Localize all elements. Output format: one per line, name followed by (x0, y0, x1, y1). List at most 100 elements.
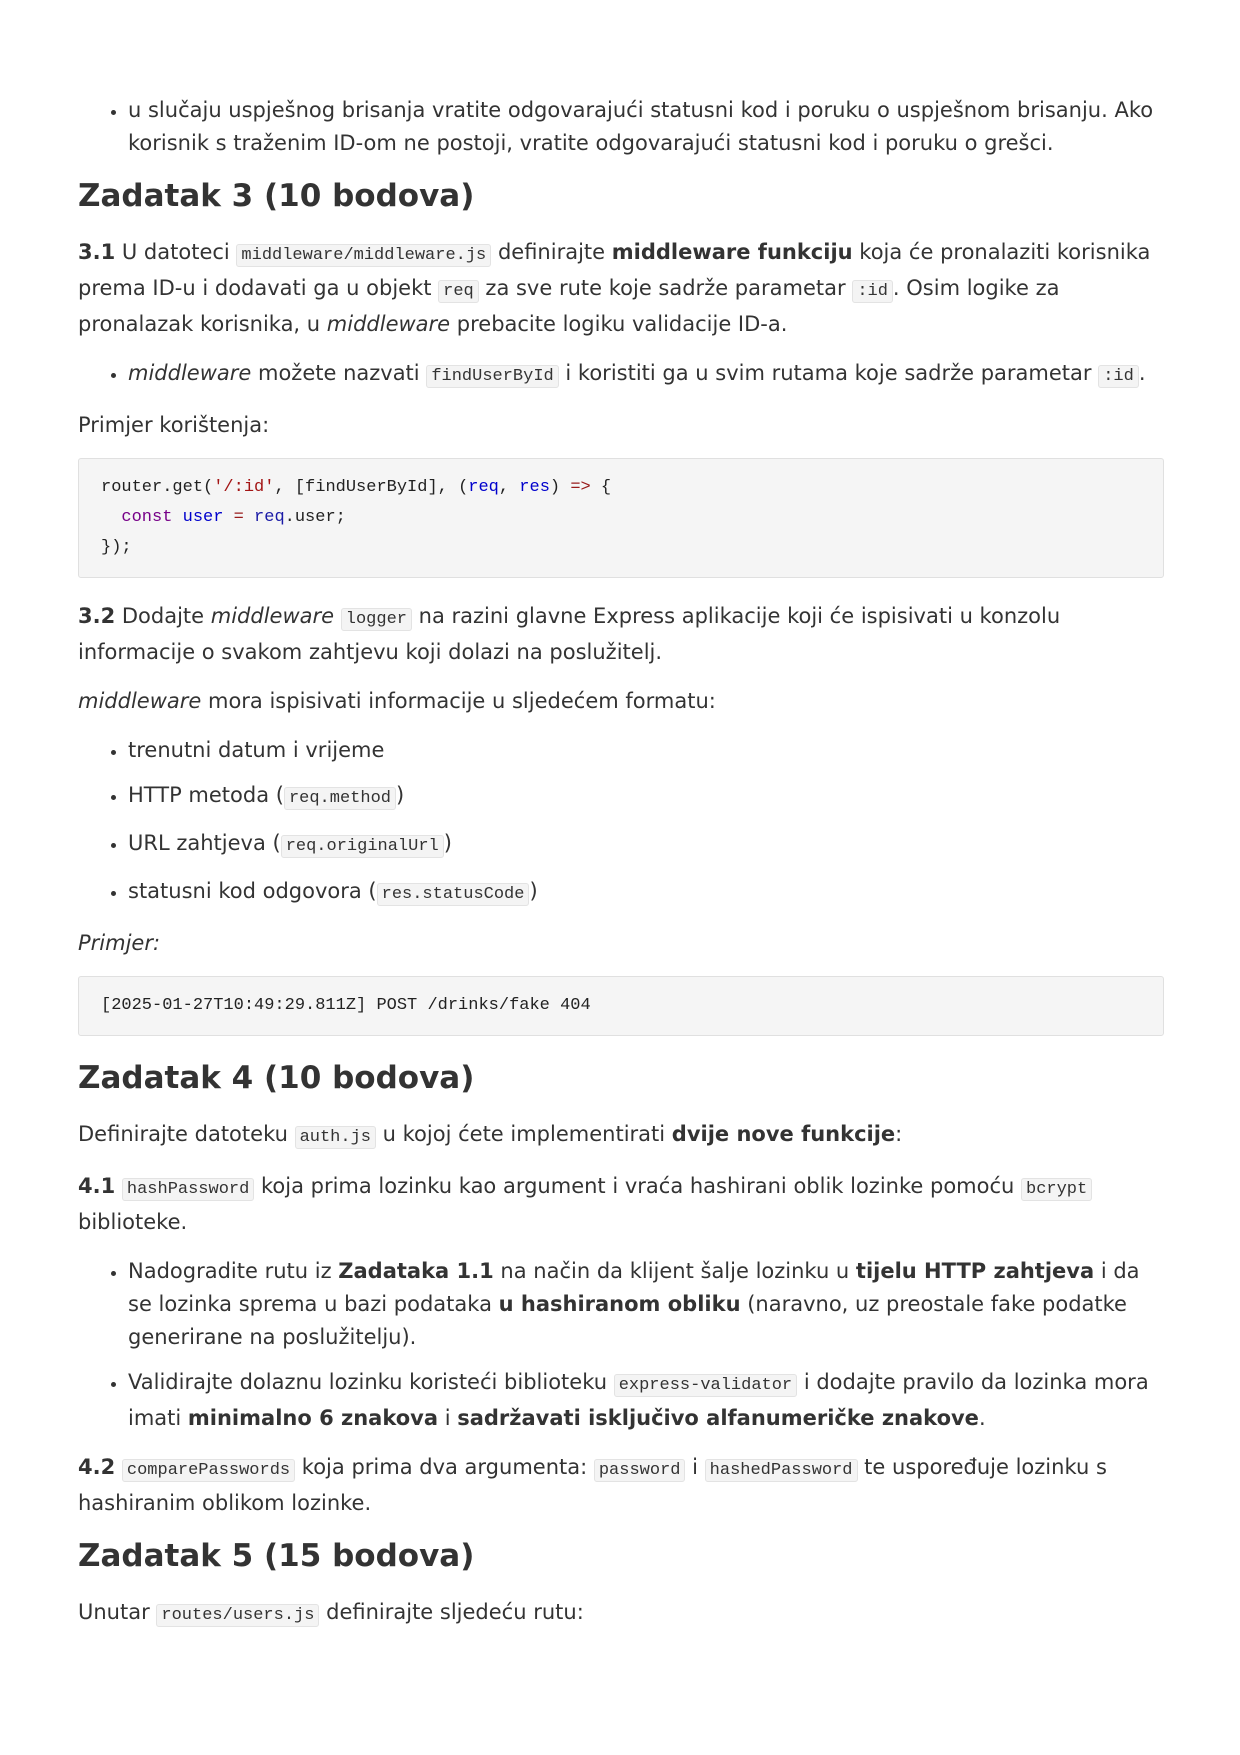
list-item: trenutni datum i vrijeme (128, 734, 1164, 767)
bold-text: Zadataka 1.1 (338, 1259, 494, 1283)
code-token: { (590, 478, 612, 497)
list-item: Nadogradite rutu iz Zadataka 1.1 na nači… (128, 1255, 1164, 1354)
text (115, 1455, 122, 1479)
inline-code: routes/users.js (156, 1604, 320, 1627)
text: na način da klijent šalje lozinku u (493, 1259, 856, 1283)
document-page: u slučaju uspješnog brisanja vratite odg… (78, 94, 1164, 1648)
inline-code: auth.js (294, 1126, 376, 1149)
inline-code: req (438, 280, 479, 303)
inline-code: logger (340, 608, 412, 631)
code-token: ) (549, 478, 571, 497)
text: . (978, 1406, 986, 1430)
text: i (438, 1406, 458, 1430)
list-item: URL zahtjeva (req.originalUrl) (128, 827, 1164, 863)
code-token: router.get( (101, 478, 214, 497)
text: Validirajte dolaznu lozinku koristeći bi… (128, 1370, 614, 1394)
example-label: Primjer: (78, 927, 1164, 960)
inline-code: comparePasswords (121, 1459, 296, 1482)
code-token: user (182, 508, 224, 527)
code-token: const (121, 508, 173, 527)
bold-text: tijelu HTTP zahtjeva (855, 1259, 1095, 1283)
bullet-list: u slučaju uspješnog brisanja vratite odg… (78, 94, 1164, 160)
text (334, 604, 341, 628)
code-token: }); (101, 538, 132, 557)
text: Nadogradite rutu iz (128, 1259, 339, 1283)
code-token: res (519, 478, 550, 497)
list-item: statusni kod odgovora (res.statusCode) (128, 875, 1164, 911)
inline-code: findUserById (426, 365, 559, 388)
text: URL zahtjeva ( (128, 831, 281, 855)
inline-code: :id (1098, 365, 1139, 388)
text: : (895, 1122, 903, 1146)
text: statusni kod odgovora ( (128, 879, 377, 903)
text: U datoteci (115, 240, 237, 264)
text: za sve rute koje sadrže parametar (478, 276, 853, 300)
section-heading-zadatak-3: Zadatak 3 (10 bodova) (78, 178, 475, 214)
code-token: req (254, 508, 285, 527)
text (115, 1174, 122, 1198)
italic-text: middleware (78, 689, 202, 713)
code-block-log-example: [2025-01-27T10:49:29.811Z] POST /drinks/… (78, 976, 1164, 1036)
text: HTTP metoda ( (128, 783, 284, 807)
bold-text: dvije nove funkcije (671, 1122, 896, 1146)
bold-text: sadržavati isključivo alfanumeričke znak… (457, 1406, 979, 1430)
inline-code: :id (852, 280, 893, 303)
text: mora ispisivati informacije u sljedećem … (201, 689, 716, 713)
section-heading-zadatak-4: Zadatak 4 (10 bodova) (78, 1060, 475, 1096)
code-token: req (468, 478, 499, 497)
paragraph-3-2: 3.2 Dodajte middleware logger na razini … (78, 600, 1164, 669)
inline-code: req.originalUrl (280, 835, 444, 858)
bold-text: u hashiranom obliku (498, 1292, 741, 1316)
text: možete nazvati (251, 361, 427, 385)
paragraph-5-intro: Unutar routes/users.js definirajte sljed… (78, 1596, 1164, 1632)
bullet-list: middleware možete nazvati findUserById i… (78, 357, 1164, 393)
inline-code: password (593, 1459, 686, 1482)
task-number: 3.2 (78, 604, 116, 628)
inline-code: req.method (283, 787, 396, 810)
text: Unutar (78, 1600, 157, 1624)
italic-text: middleware (326, 312, 451, 336)
list-item: middleware možete nazvati findUserById i… (128, 357, 1164, 393)
paragraph-3-1: 3.1 U datoteci middleware/middleware.js … (78, 236, 1164, 341)
text: Dodajte (115, 604, 211, 628)
code-token: = (233, 508, 244, 527)
text: koja prima lozinku kao argument i vraća … (254, 1174, 1021, 1198)
list-item: HTTP metoda (req.method) (128, 779, 1164, 815)
text: definirajte (491, 240, 612, 264)
text: Definirajte datoteku (78, 1122, 295, 1146)
text: biblioteke. (78, 1210, 188, 1234)
inline-code: middleware/middleware.js (236, 244, 492, 267)
inline-code: express-validator (613, 1374, 798, 1397)
task-number: 3.1 (78, 240, 116, 264)
example-label: Primjer korištenja: (78, 413, 270, 437)
inline-code: hashPassword (121, 1178, 255, 1201)
text: i koristiti ga u svim rutama koje sadrže… (558, 361, 1099, 385)
inline-code: bcrypt (1021, 1178, 1093, 1201)
code-block-router-example: router.get('/:id', [findUserById], (req,… (78, 458, 1164, 578)
text: definirajte sljedeću rutu: (319, 1600, 584, 1624)
code-token: , [findUserById], ( (274, 478, 469, 497)
inline-code: res.statusCode (376, 883, 530, 906)
paragraph-4-intro: Definirajte datoteku auth.js u kojoj ćet… (78, 1118, 1164, 1154)
text: u kojoj ćete implementirati (375, 1122, 672, 1146)
code-token: '/:id' (213, 478, 275, 497)
bullet-list: Nadogradite rutu iz Zadataka 1.1 na nači… (78, 1255, 1164, 1435)
list-item-text: u slučaju uspješnog brisanja vratite odg… (128, 98, 1154, 155)
text: trenutni datum i vrijeme (128, 738, 385, 762)
text: ) (443, 831, 452, 855)
text: ) (395, 783, 405, 807)
text: koja prima dva argumenta: (295, 1455, 594, 1479)
code-token: => (570, 478, 591, 497)
code-token: , (498, 478, 520, 497)
format-paragraph: middleware mora ispisivati informacije u… (78, 685, 1164, 718)
list-item: u slučaju uspješnog brisanja vratite odg… (128, 94, 1164, 160)
task-number: 4.1 (78, 1174, 116, 1198)
italic-text: middleware (210, 604, 335, 628)
list-item: Validirajte dolaznu lozinku koristeći bi… (128, 1366, 1164, 1435)
text: prebacite logiku validacije ID-a. (450, 312, 788, 336)
bold-text: minimalno 6 znakova (187, 1406, 439, 1430)
